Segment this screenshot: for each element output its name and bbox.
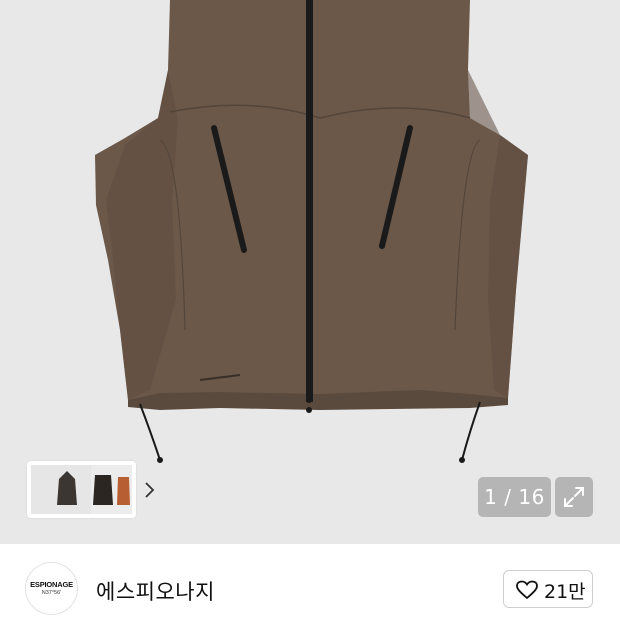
thumbnail-orange-vest[interactable] <box>115 465 132 514</box>
seller-bar: ESPIONAGE N37°56' 에스피오나지 21만 <box>0 544 620 620</box>
thumbnail-hooded-vest[interactable] <box>31 465 91 514</box>
like-button[interactable]: 21만 <box>503 570 593 608</box>
thumbnail-strip[interactable] <box>27 461 155 518</box>
product-image-carousel[interactable]: 1 / 16 <box>0 0 620 544</box>
expand-icon <box>564 487 584 507</box>
seller-name[interactable]: 에스피오나지 <box>96 576 215 606</box>
seller-logo-text: ESPIONAGE <box>30 580 73 589</box>
image-counter: 1 / 16 <box>478 477 551 517</box>
expand-button[interactable] <box>555 477 593 517</box>
like-count: 21만 <box>544 581 586 603</box>
seller-logo-subtext: N37°56' <box>41 590 62 596</box>
thumbnail-dark-vest[interactable] <box>91 465 115 514</box>
heart-icon <box>516 580 538 600</box>
seller-logo[interactable]: ESPIONAGE N37°56' <box>25 562 78 615</box>
chevron-right-icon[interactable] <box>140 461 160 518</box>
